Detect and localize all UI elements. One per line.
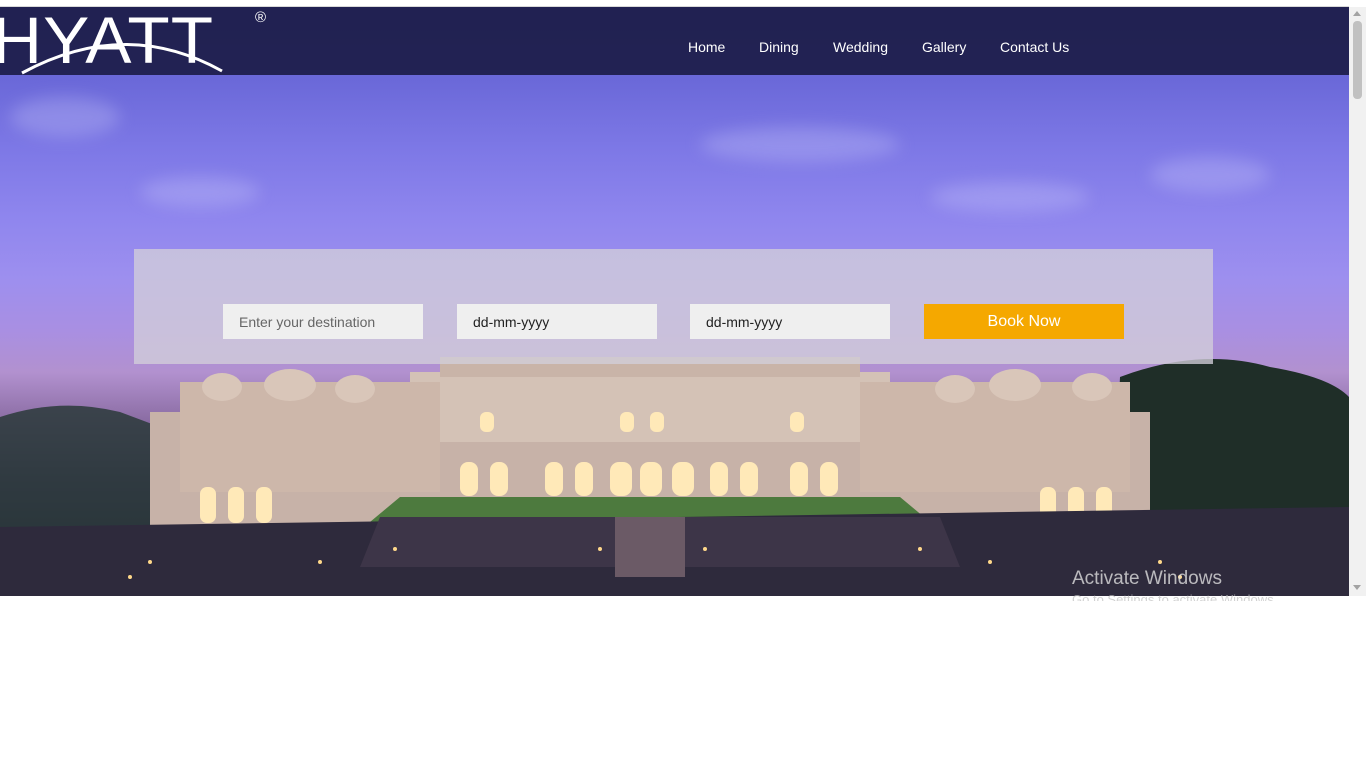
- cloud-decoration: [140, 177, 260, 207]
- check-out-date-input[interactable]: [690, 304, 890, 339]
- cloud-decoration: [930, 182, 1090, 212]
- page-scrollbar[interactable]: [1349, 7, 1366, 596]
- browser-viewport: HYATT ® Home Dining Wedding Gallery Cont…: [0, 0, 1366, 768]
- scroll-up-arrow-icon[interactable]: [1353, 11, 1361, 16]
- activate-windows-subtitle: Go to Settings to activate Windows.: [1072, 592, 1278, 601]
- book-now-button[interactable]: Book Now: [924, 304, 1124, 339]
- main-menu: Home Dining Wedding Gallery Contact Us: [0, 7, 1349, 75]
- nav-item-wedding[interactable]: Wedding: [833, 39, 888, 55]
- activate-windows-title: Activate Windows: [1072, 568, 1222, 589]
- check-in-date-input[interactable]: [457, 304, 657, 339]
- booking-form-panel: Book Now: [134, 249, 1213, 364]
- nav-item-gallery[interactable]: Gallery: [922, 39, 966, 55]
- top-navigation-bar: HYATT ® Home Dining Wedding Gallery Cont…: [0, 5, 1349, 75]
- destination-input[interactable]: [223, 304, 423, 339]
- cloud-decoration: [1150, 157, 1270, 192]
- scrollbar-thumb[interactable]: [1353, 21, 1362, 99]
- nav-item-home[interactable]: Home: [688, 39, 725, 55]
- cloud-decoration: [700, 127, 900, 162]
- cloud-decoration: [10, 97, 120, 137]
- nav-item-contact-us[interactable]: Contact Us: [1000, 39, 1069, 55]
- palace-image: [0, 357, 1349, 596]
- nav-item-dining[interactable]: Dining: [759, 39, 799, 55]
- scroll-down-arrow-icon[interactable]: [1353, 585, 1361, 590]
